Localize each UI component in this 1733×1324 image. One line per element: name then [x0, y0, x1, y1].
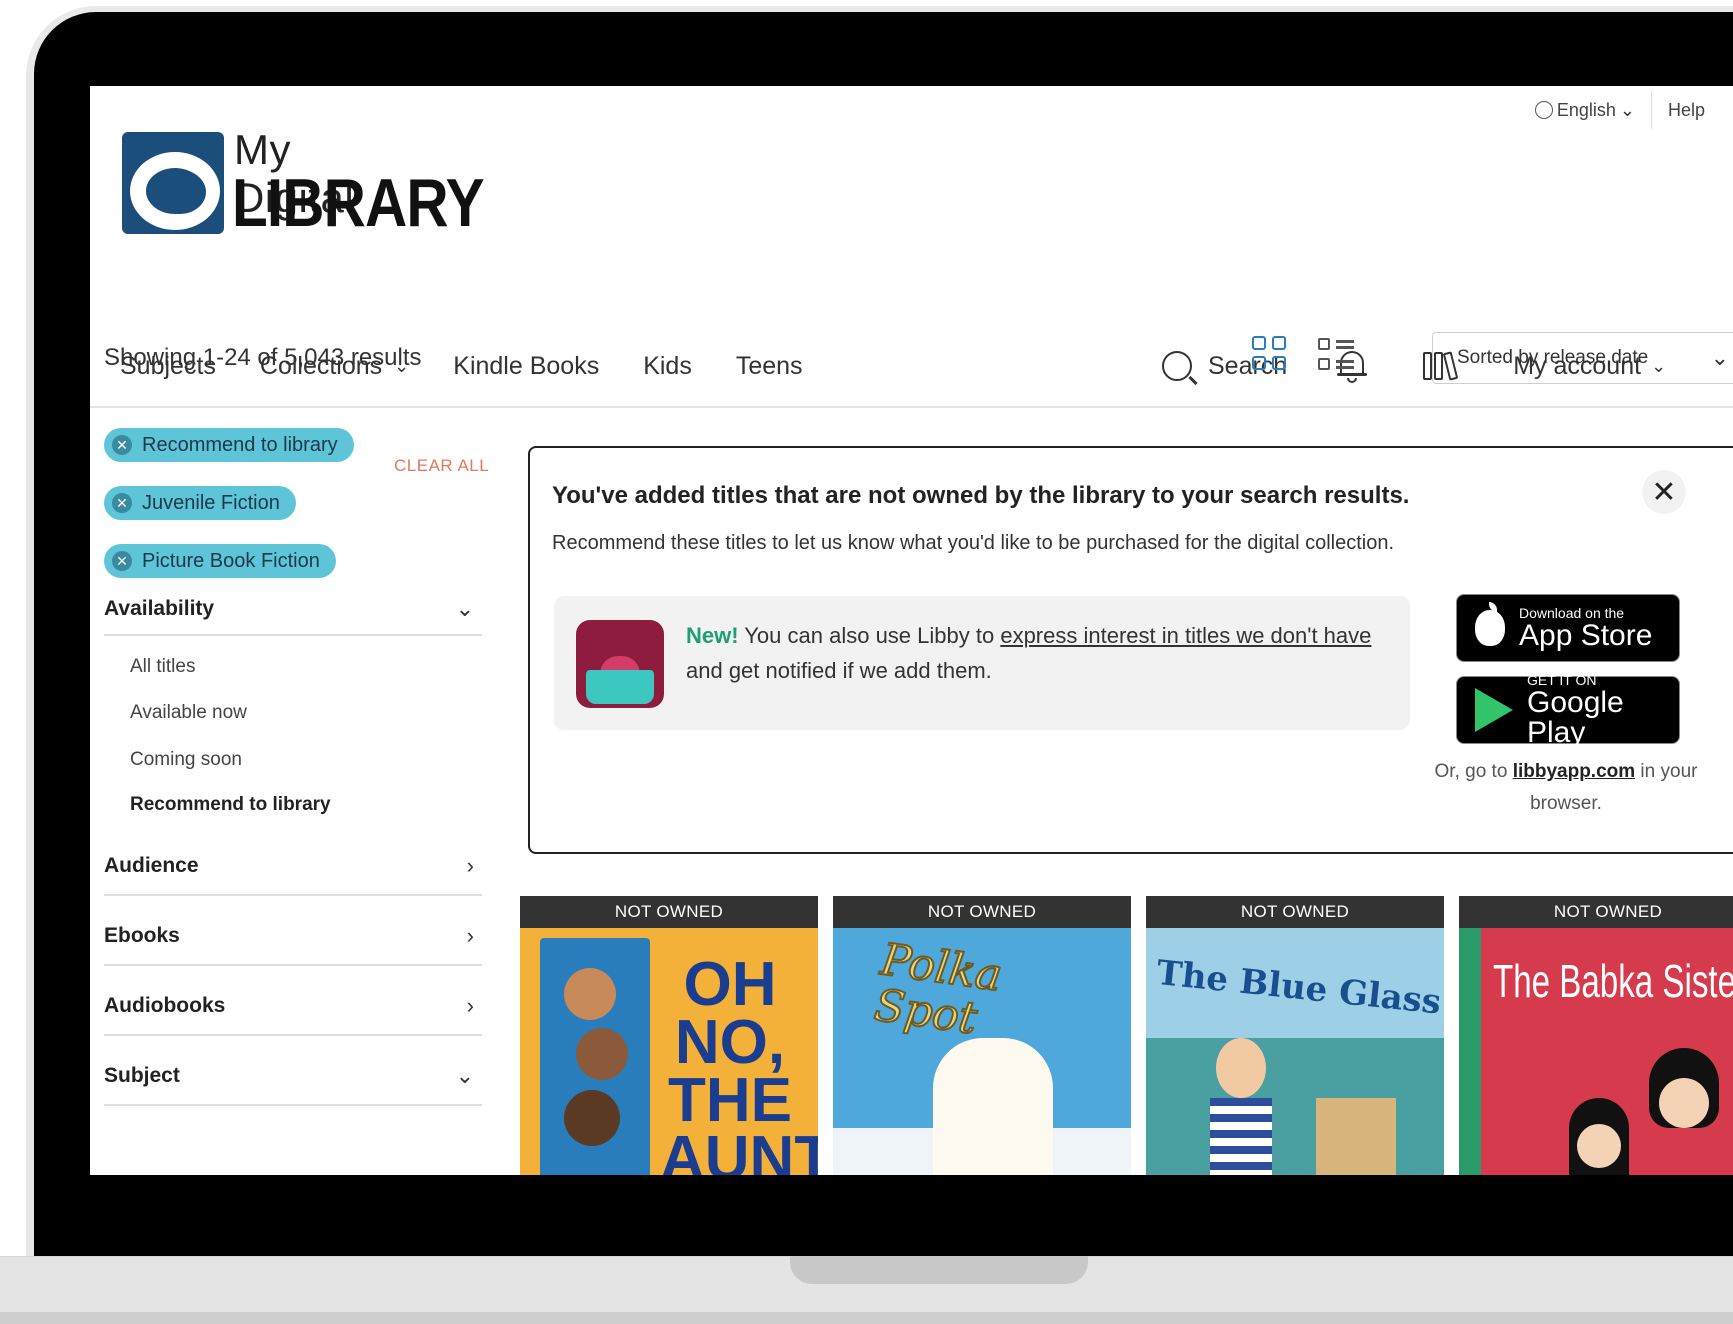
alt-text-pre: Or, go to — [1434, 761, 1513, 782]
language-selector[interactable]: English ⌄ — [1519, 91, 1652, 129]
close-icon[interactable]: ✕ — [1642, 470, 1686, 514]
chip-label: Picture Book Fiction — [142, 549, 320, 572]
app-store-button[interactable]: Download on the App Store — [1456, 594, 1680, 662]
book-card[interactable]: NOT OWNED OH NO, THE AUNTS — [520, 896, 818, 1175]
facet-ebooks[interactable]: Ebooks › — [104, 923, 482, 949]
not-owned-label: NOT OWNED — [833, 896, 1131, 928]
site-logo[interactable]: My Digital LIBRARY — [122, 126, 485, 238]
help-link[interactable]: Help — [1652, 100, 1733, 121]
libby-promo: New! You can also use Libby to express i… — [554, 596, 1410, 730]
facet-audiobooks[interactable]: Audiobooks › — [104, 993, 482, 1019]
book-card[interactable]: NOT OWNED The Blue Glass Heart — [1146, 896, 1444, 1175]
filter-chip[interactable]: ✕ Juvenile Fiction — [104, 486, 296, 520]
chevron-right-icon: › — [466, 923, 474, 948]
availability-option[interactable]: Available now — [130, 702, 247, 724]
globe-icon — [1534, 101, 1553, 119]
results-summary: Showing 1-24 of 5,043 results — [104, 344, 422, 371]
chevron-down-icon: ⌄ — [455, 596, 474, 621]
libby-text-part2: and get notified if we add them. — [686, 658, 992, 683]
libby-text-part1: You can also use Libby to — [738, 623, 1001, 648]
book-title: Polka Spot — [870, 933, 1006, 1045]
facet-label: Audiobooks — [104, 994, 226, 1017]
grid-view-icon[interactable] — [1252, 336, 1288, 372]
laptop-frame: English ⌄ Help My Digital LIBRARY Subjec… — [0, 0, 1733, 1324]
appstore-big-text: App Store — [1519, 619, 1653, 652]
language-label: English — [1556, 99, 1616, 120]
notice-subtitle: Recommend these titles to let us know wh… — [552, 532, 1395, 554]
book-cover[interactable]: The Babka Sisters — [1459, 928, 1733, 1175]
notice-title: You've added titles that are not owned b… — [552, 482, 1410, 509]
nav-label: Kindle Books — [453, 351, 600, 380]
laptop-notch — [790, 1256, 1088, 1284]
divider — [104, 1034, 482, 1036]
list-view-icon[interactable] — [1318, 336, 1356, 372]
libbyapp-link[interactable]: libbyapp.com — [1513, 761, 1635, 782]
libby-promo-text: New! You can also use Libby to express i… — [686, 618, 1386, 688]
sort-label: Sorted by release date — [1457, 347, 1649, 368]
chevron-down-icon: ⌄ — [455, 1063, 474, 1088]
book-card[interactable]: NOT OWNED Polka Spot — [833, 896, 1131, 1175]
nav-kindle-books[interactable]: Kindle Books — [453, 352, 599, 381]
not-owned-label: NOT OWNED — [1146, 896, 1444, 928]
divider — [104, 634, 482, 636]
facet-availability[interactable]: Availability ⌄ — [104, 596, 482, 622]
divider — [104, 894, 482, 896]
facet-label: Availability — [104, 597, 215, 620]
book-card[interactable]: NOT OWNED The Babka Sisters — [1459, 896, 1733, 1175]
divider — [104, 1104, 482, 1106]
nav-label: Kids — [643, 351, 692, 380]
chevron-right-icon: › — [466, 853, 474, 878]
chevron-right-icon: › — [466, 993, 474, 1018]
google-play-button[interactable]: GET IT ON Google Play — [1456, 672, 1680, 748]
book-cover[interactable]: Polka Spot — [833, 928, 1131, 1175]
nav-teens[interactable]: Teens — [736, 352, 803, 381]
remove-icon[interactable]: ✕ — [112, 493, 132, 513]
facet-label: Subject — [104, 1064, 180, 1087]
libby-app-icon — [576, 620, 664, 708]
availability-option[interactable]: Coming soon — [130, 749, 242, 771]
availability-option[interactable]: All titles — [130, 656, 195, 678]
play-big-text: Google Play — [1527, 686, 1624, 749]
new-label: New! — [686, 623, 739, 648]
browser-alternative-text: Or, go to libbyapp.com in your browser. — [1416, 756, 1716, 820]
facet-label: Ebooks — [104, 924, 180, 947]
remove-icon[interactable]: ✕ — [112, 435, 132, 455]
clear-all-filters[interactable]: CLEAR ALL — [394, 456, 489, 476]
not-owned-label: NOT OWNED — [1459, 896, 1733, 928]
chip-label: Juvenile Fiction — [142, 491, 280, 514]
facet-audience[interactable]: Audience › — [104, 853, 482, 879]
chevron-down-icon: ⌄ — [1710, 345, 1729, 370]
remove-icon[interactable]: ✕ — [112, 551, 132, 571]
facet-subject[interactable]: Subject ⌄ — [104, 1063, 482, 1089]
facet-label: Audience — [104, 854, 199, 877]
book-cover[interactable]: OH NO, THE AUNTS — [520, 928, 818, 1175]
search-icon — [1162, 351, 1192, 381]
top-utilities: English ⌄ Help — [1519, 86, 1733, 134]
book-title: The Blue Glass Heart — [1154, 952, 1444, 1035]
browser-screen: English ⌄ Help My Digital LIBRARY Subjec… — [90, 86, 1733, 1175]
logo-mark-icon — [122, 132, 224, 234]
google-play-icon — [1475, 688, 1513, 732]
nav-kids[interactable]: Kids — [643, 352, 692, 381]
chip-label: Recommend to library — [142, 433, 338, 456]
express-interest-link[interactable]: express interest in titles we don't have — [1000, 623, 1371, 648]
laptop-base-edge — [0, 1312, 1733, 1324]
availability-option-selected[interactable]: Recommend to library — [130, 794, 331, 816]
not-owned-label: NOT OWNED — [520, 896, 818, 928]
apple-icon — [1475, 602, 1505, 646]
book-cover[interactable]: The Blue Glass Heart — [1146, 928, 1444, 1175]
nav-label: Teens — [735, 351, 803, 380]
book-title: OH NO, THE AUNTS — [660, 950, 818, 1176]
filter-chip[interactable]: ✕ Picture Book Fiction — [104, 544, 336, 578]
chevron-down-icon: ⌄ — [1619, 99, 1635, 120]
sort-dropdown[interactable]: Sorted by release date ⌄ — [1432, 332, 1733, 384]
logo-text-line2: LIBRARY — [232, 165, 485, 241]
filter-chip[interactable]: ✕ Recommend to library — [104, 428, 354, 462]
divider — [104, 964, 482, 966]
not-owned-notice: You've added titles that are not owned b… — [528, 446, 1733, 854]
book-title: The Babka Sisters — [1493, 955, 1733, 1007]
